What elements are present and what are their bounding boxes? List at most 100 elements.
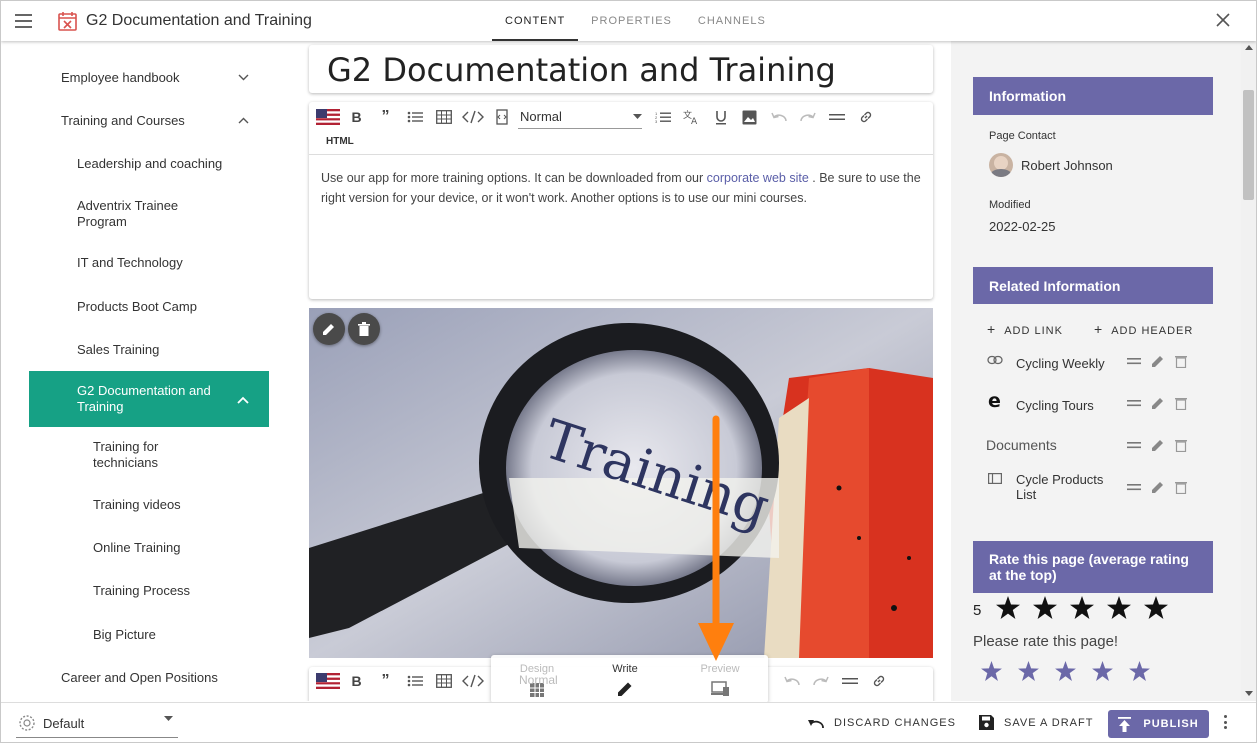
star-icon[interactable] [1129,661,1150,681]
delete-icon[interactable] [1175,480,1187,494]
nav-item-leadership[interactable]: Leadership and coaching [77,156,222,172]
bullet-list-icon[interactable] [400,105,429,129]
drag-handle-icon[interactable] [1127,399,1141,407]
nav-item-products-boot-camp[interactable]: Products Boot Camp [77,299,197,315]
related-item-actions [1127,480,1187,494]
edit-icon[interactable] [1151,354,1165,368]
us-flag-icon[interactable] [313,669,342,693]
scroll-down-icon[interactable] [1245,691,1253,696]
code-icon[interactable] [458,105,487,129]
html-tab[interactable]: HTML [326,136,354,147]
quote-icon[interactable]: ” [371,105,400,129]
scroll-up-icon[interactable] [1245,45,1253,50]
horizontal-rule-icon[interactable] [822,105,851,129]
nav-item-big-picture[interactable]: Big Picture [93,627,156,643]
nav-item-training-process[interactable]: Training Process [93,583,190,599]
mode-style-ghost: Normal [519,673,558,687]
close-icon[interactable] [1216,13,1230,27]
star-filled-icon [1144,596,1168,619]
drag-handle-icon[interactable] [1127,357,1141,365]
edit-icon[interactable] [1151,438,1165,452]
star-icon[interactable] [981,661,1002,681]
numbered-list-icon[interactable]: 123 [648,105,677,129]
table-icon[interactable] [429,105,458,129]
corporate-web-site-link[interactable]: corporate web site [707,171,809,185]
redo-icon[interactable] [806,669,835,693]
edit-icon[interactable] [1151,396,1165,410]
nav-item-employee-handbook[interactable]: Employee handbook [61,70,180,86]
app-window: G2 Documentation and Training CONTENT PR… [0,0,1257,743]
star-icon[interactable] [1018,661,1039,681]
tab-content[interactable]: CONTENT [492,1,579,41]
nav-item-career[interactable]: Career and Open Positions [61,670,218,686]
dropdown-caret-icon [633,114,642,119]
pencil-icon [323,324,334,335]
related-header-documents[interactable]: Documents [986,437,1057,453]
tab-properties[interactable]: PROPERTIES [578,1,685,41]
star-icon[interactable] [1092,661,1113,681]
related-item-cycle-products-list[interactable]: Cycle Products List [1016,472,1121,502]
translate-icon[interactable]: 文A [677,105,706,129]
bold-icon[interactable]: B [342,105,371,129]
table-icon[interactable] [429,669,458,693]
calendar-page-icon [58,12,77,31]
horizontal-rule-icon[interactable] [835,669,864,693]
page-contact-name[interactable]: Robert Johnson [1021,158,1113,173]
training-magnifier-image[interactable]: Training [309,308,933,658]
more-options-icon[interactable] [1224,715,1228,729]
add-link-button[interactable]: + ADD LINK [987,321,1063,337]
edit-icon[interactable] [1151,480,1165,494]
star-icon[interactable] [1055,661,1076,681]
menu-icon[interactable] [15,14,32,28]
channel-select[interactable]: Default [16,710,178,738]
tab-channels[interactable]: CHANNELS [685,1,779,41]
edit-image-button[interactable] [313,313,345,345]
nav-item-g2-documentation[interactable]: G2 Documentation and Training [77,383,227,415]
drag-handle-icon[interactable] [1127,441,1141,449]
nav-item-online-training[interactable]: Online Training [93,540,180,556]
delete-image-button[interactable] [348,313,380,345]
related-item-cycling-tours[interactable]: Cycling Tours [1016,398,1094,413]
related-item-cycling-weekly[interactable]: Cycling Weekly [1016,356,1105,371]
undo-icon[interactable] [777,669,806,693]
discard-changes-button[interactable]: DISCARD CHANGES [808,717,956,729]
underline-icon[interactable] [706,105,735,129]
scrollbar-thumb[interactable] [1243,90,1254,200]
nav-item-it-technology[interactable]: IT and Technology [77,255,183,271]
image-icon[interactable] [735,105,764,129]
bullet-list-icon[interactable] [400,669,429,693]
paragraph-style-select[interactable]: Normal [518,105,642,129]
source-toggle-icon[interactable] [487,105,516,129]
add-header-button[interactable]: + ADD HEADER [1094,321,1193,337]
code-icon[interactable] [458,669,487,693]
save-draft-button[interactable]: SAVE A DRAFT [979,715,1093,730]
trash-icon [358,322,370,336]
nav-item-training-and-courses[interactable]: Training and Courses [61,113,185,129]
nav-item-adventrix[interactable]: Adventrix Trainee Program [77,198,207,230]
delete-icon[interactable] [1175,354,1187,368]
editor-body[interactable]: Use our app for more training options. I… [321,168,926,208]
publish-button[interactable]: PUBLISH [1108,710,1209,738]
nav-item-training-videos[interactable]: Training videos [93,497,181,513]
svg-text:A: A [691,117,698,125]
star-filled-icon [1070,596,1094,619]
link-icon[interactable] [864,669,893,693]
left-navigation: Employee handbook Training and Courses L… [1,41,291,701]
chevron-up-icon[interactable] [238,117,249,124]
chevron-up-icon[interactable] [237,396,249,404]
drag-handle-icon[interactable] [1127,483,1141,491]
delete-icon[interactable] [1175,396,1187,410]
page-title[interactable]: G2 Documentation and Training [327,51,836,89]
us-flag-icon[interactable] [313,105,342,129]
undo-icon[interactable] [764,105,793,129]
discard-changes-label: DISCARD CHANGES [834,717,956,729]
mode-write[interactable]: Write [590,663,660,700]
link-icon[interactable] [851,105,880,129]
quote-icon[interactable]: ” [371,669,400,693]
chevron-down-icon[interactable] [238,74,249,81]
nav-item-sales-training[interactable]: Sales Training [77,342,159,358]
bold-icon[interactable]: B [342,669,371,693]
delete-icon[interactable] [1175,438,1187,452]
nav-item-training-technicians[interactable]: Training for technicians [93,439,203,471]
redo-icon[interactable] [793,105,822,129]
